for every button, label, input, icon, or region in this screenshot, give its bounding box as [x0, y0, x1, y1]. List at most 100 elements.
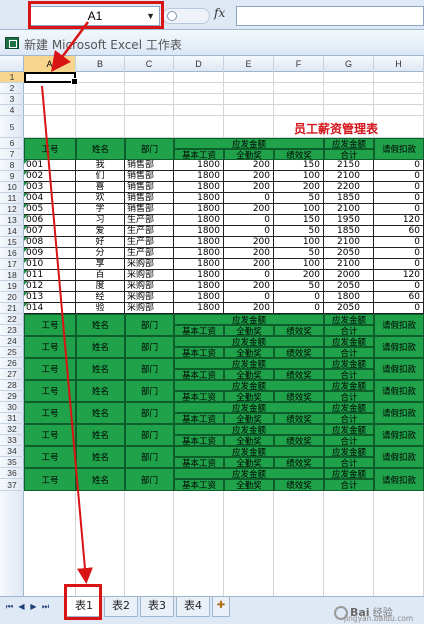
- cell-base[interactable]: 1800: [174, 204, 224, 215]
- row-header-15[interactable]: 15: [0, 237, 24, 248]
- cell-total[interactable]: 1800: [324, 292, 374, 303]
- cell-total[interactable]: 2100: [324, 237, 374, 248]
- cell-allowance[interactable]: 200: [224, 204, 274, 215]
- cell-allowance[interactable]: 200: [224, 160, 274, 171]
- cell-deduct[interactable]: 120: [374, 270, 424, 281]
- cell-total[interactable]: 2050: [324, 281, 374, 292]
- cell-id[interactable]: 010: [24, 259, 76, 270]
- row-header-19[interactable]: 19: [0, 281, 24, 292]
- row-header-7[interactable]: 7: [0, 149, 24, 160]
- cell-dept[interactable]: 生产部: [125, 215, 174, 226]
- cell-total[interactable]: 2050: [324, 248, 374, 259]
- row-header-12[interactable]: 12: [0, 204, 24, 215]
- cell-name[interactable]: 我: [76, 160, 125, 171]
- row-header-16[interactable]: 16: [0, 248, 24, 259]
- cell-bonus[interactable]: 50: [274, 193, 324, 204]
- cell-deduct[interactable]: 60: [374, 226, 424, 237]
- cell-deduct[interactable]: 0: [374, 303, 424, 314]
- cell-bonus[interactable]: 150: [274, 215, 324, 226]
- row-header-10[interactable]: 10: [0, 182, 24, 193]
- cell-bonus[interactable]: 50: [274, 248, 324, 259]
- cell-base[interactable]: 1800: [174, 281, 224, 292]
- cell-dept[interactable]: 销售部: [125, 160, 174, 171]
- active-cell-a1[interactable]: [24, 72, 78, 85]
- cell-id[interactable]: 001: [24, 160, 76, 171]
- column-header-e[interactable]: E: [224, 56, 274, 72]
- cell-total[interactable]: 2100: [324, 204, 374, 215]
- cell-id[interactable]: 012: [24, 281, 76, 292]
- cell-dept[interactable]: 销售部: [125, 182, 174, 193]
- cell-id[interactable]: 014: [24, 303, 76, 314]
- cell-allowance[interactable]: 200: [224, 281, 274, 292]
- cell-id[interactable]: 008: [24, 237, 76, 248]
- cell-bonus[interactable]: 100: [274, 204, 324, 215]
- cell-base[interactable]: 1800: [174, 270, 224, 281]
- column-header-d[interactable]: D: [174, 56, 224, 72]
- cell-base[interactable]: 1800: [174, 292, 224, 303]
- cell-base[interactable]: 1800: [174, 171, 224, 182]
- column-header-c[interactable]: C: [125, 56, 174, 72]
- first-sheet-icon[interactable]: ⏮: [5, 601, 14, 613]
- row-header-20[interactable]: 20: [0, 292, 24, 303]
- cell-bonus[interactable]: 150: [274, 160, 324, 171]
- cell-dept[interactable]: 销售部: [125, 193, 174, 204]
- cell-dept[interactable]: 销售部: [125, 171, 174, 182]
- cell-name[interactable]: 欢: [76, 193, 125, 204]
- cell-bonus[interactable]: 0: [274, 292, 324, 303]
- row-header-37[interactable]: 37: [0, 479, 24, 491]
- cell-base[interactable]: 1800: [174, 160, 224, 171]
- cell-deduct[interactable]: 0: [374, 160, 424, 171]
- cell-name[interactable]: 们: [76, 171, 125, 182]
- row-header-33[interactable]: 33: [0, 435, 24, 446]
- cell-base[interactable]: 1800: [174, 193, 224, 204]
- cell-dept[interactable]: 采购部: [125, 292, 174, 303]
- cell-allowance[interactable]: 0: [224, 193, 274, 204]
- row-header-35[interactable]: 35: [0, 457, 24, 468]
- cell-name[interactable]: 享: [76, 259, 125, 270]
- column-header-g[interactable]: G: [324, 56, 374, 72]
- row-header-13[interactable]: 13: [0, 215, 24, 226]
- cell-total[interactable]: 2200: [324, 182, 374, 193]
- row-header-1[interactable]: 1: [0, 72, 24, 83]
- cell-id[interactable]: 011: [24, 270, 76, 281]
- cell-name[interactable]: 百: [76, 270, 125, 281]
- cell-total[interactable]: 1850: [324, 193, 374, 204]
- insert-sheet-icon[interactable]: ✚: [212, 597, 230, 617]
- cell-allowance[interactable]: 200: [224, 171, 274, 182]
- row-header-11[interactable]: 11: [0, 193, 24, 204]
- cell-id[interactable]: 007: [24, 226, 76, 237]
- cell-dept[interactable]: 采购部: [125, 270, 174, 281]
- row-header-22[interactable]: 22: [0, 314, 24, 325]
- cell-area[interactable]: 员工薪资管理表 工号 姓名 部门 应发金额 基本工资 全勤奖 绩效奖 应发金额 合计 请假扣款 001…: [24, 72, 424, 596]
- row-header-30[interactable]: 30: [0, 402, 24, 413]
- row-header-17[interactable]: 17: [0, 259, 24, 270]
- cell-deduct[interactable]: 120: [374, 215, 424, 226]
- row-header-14[interactable]: 14: [0, 226, 24, 237]
- cell-allowance[interactable]: 200: [224, 248, 274, 259]
- row-header-32[interactable]: 32: [0, 424, 24, 435]
- row-header-6[interactable]: 6: [0, 138, 24, 149]
- cell-total[interactable]: 2100: [324, 259, 374, 270]
- cell-allowance[interactable]: 0: [224, 292, 274, 303]
- row-header-8[interactable]: 8: [0, 160, 24, 171]
- cell-allowance[interactable]: 0: [224, 270, 274, 281]
- row-header-4[interactable]: 4: [0, 105, 24, 116]
- cell-base[interactable]: 1800: [174, 248, 224, 259]
- cell-deduct[interactable]: 0: [374, 281, 424, 292]
- cell-name[interactable]: 好: [76, 237, 125, 248]
- row-header-5[interactable]: 5: [0, 116, 24, 138]
- cell-dept[interactable]: 生产部: [125, 248, 174, 259]
- row-header-31[interactable]: 31: [0, 413, 24, 424]
- cell-total[interactable]: 2150: [324, 160, 374, 171]
- formula-bar-resize-handle[interactable]: [162, 8, 210, 24]
- cell-bonus[interactable]: 100: [274, 237, 324, 248]
- cell-name[interactable]: 学: [76, 204, 125, 215]
- row-header-21[interactable]: 21: [0, 303, 24, 314]
- formula-input[interactable]: [236, 6, 424, 26]
- cell-deduct[interactable]: 0: [374, 182, 424, 193]
- cell-bonus[interactable]: 0: [274, 303, 324, 314]
- cell-total[interactable]: 2100: [324, 171, 374, 182]
- cell-base[interactable]: 1800: [174, 259, 224, 270]
- cell-deduct[interactable]: 0: [374, 237, 424, 248]
- cell-bonus[interactable]: 100: [274, 259, 324, 270]
